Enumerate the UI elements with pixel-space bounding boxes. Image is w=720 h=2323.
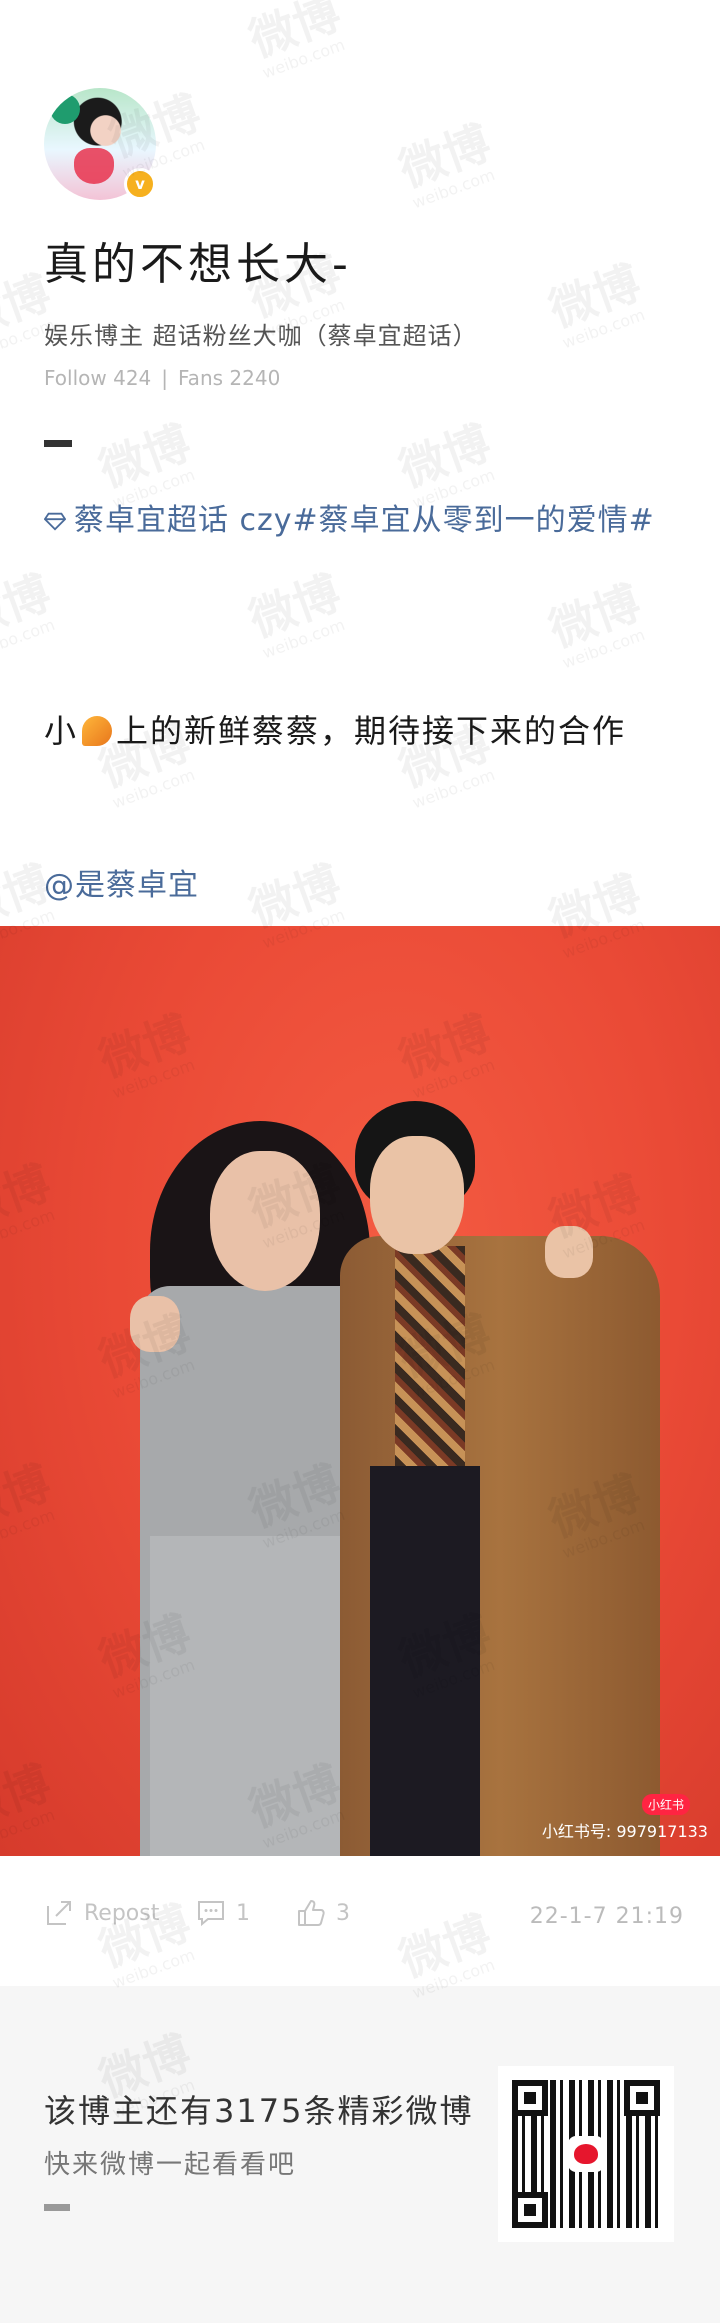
weibo-watermark: 微博weibo.com: [542, 255, 648, 353]
follow-count[interactable]: Follow 424: [44, 366, 151, 390]
mention-link[interactable]: @是蔡卓宜: [44, 860, 199, 904]
photo-person-right-pants: [370, 1466, 480, 1856]
comment-icon: [198, 1901, 224, 1927]
repost-icon: [47, 1901, 71, 1925]
action-bar: Repost 1 3 22-1-7 21:19: [44, 1898, 684, 1942]
post-timestamp: 22-1-7 21:19: [529, 1904, 684, 1929]
qr-code[interactable]: [498, 2066, 674, 2242]
avatar-decoration: [50, 94, 80, 124]
like-count: 3: [336, 1900, 350, 1926]
qr-finder: [512, 2080, 548, 2116]
repost-button[interactable]: Repost: [44, 1898, 159, 1928]
user-description: 娱乐博主 超话粉丝大咖（蔡卓宜超话）: [44, 322, 478, 350]
footer-main-text: 该博主还有3175条精彩微博: [44, 2092, 474, 2130]
post-body-suffix: 上的新鲜蔡蔡，期待接下来的合作: [116, 712, 627, 750]
photo-person-left-hand: [130, 1296, 180, 1352]
weibo-watermark: 微博weibo.com: [392, 115, 498, 213]
footer-divider: [44, 2204, 70, 2211]
weibo-watermark: 微博weibo.com: [242, 0, 348, 83]
footer-sub-text: 快来微博一起看看吧: [44, 2150, 297, 2180]
footer-promo: 该博主还有3175条精彩微博 快来微博一起看看吧: [0, 1986, 720, 2323]
avatar[interactable]: v: [44, 88, 156, 200]
photo-person-left-pants: [150, 1536, 360, 1856]
post-body: 小上的新鲜蔡蔡，期待接下来的合作: [44, 706, 626, 752]
topic-link[interactable]: 蔡卓宜超话 czy#蔡卓宜从零到一的爱情#: [44, 484, 680, 558]
diamond-icon: [44, 512, 66, 531]
xiaohongshu-logo: 小红书: [641, 1794, 690, 1815]
qr-finder: [512, 2192, 548, 2228]
stats-divider: |: [161, 366, 169, 390]
topic-text: 蔡卓宜超话 czy#蔡卓宜从零到一的爱情#: [74, 503, 655, 538]
weibo-watermark: 微博weibo.com: [0, 565, 58, 663]
xiaohongshu-id-watermark: 小红书号: 997917133: [541, 1822, 708, 1841]
qr-pattern: [512, 2080, 660, 2228]
username[interactable]: 真的不想长大-: [44, 228, 352, 292]
comment-count: 1: [236, 1900, 250, 1926]
verified-icon: v: [124, 168, 156, 200]
post-body-prefix: 小: [44, 712, 79, 750]
weibo-watermark: 微博weibo.com: [542, 575, 648, 673]
flame-emoji-icon: [82, 716, 113, 746]
like-icon: [298, 1900, 325, 1926]
photo-person-right-hand: [545, 1226, 593, 1278]
photo-person-left-face: [210, 1151, 320, 1291]
qr-finder: [624, 2080, 660, 2116]
avatar-decoration: [74, 148, 114, 184]
photo-person-right-face: [370, 1136, 464, 1254]
weibo-watermark: 微博weibo.com: [242, 565, 348, 663]
section-divider: [44, 440, 72, 447]
weibo-logo-icon: [568, 2136, 604, 2172]
photo-person-right-shirt: [395, 1246, 465, 1466]
post-photo[interactable]: 小红书 小红书号: 997917133: [0, 926, 720, 1856]
follow-stats: Follow 424 | Fans 2240: [44, 366, 280, 390]
comment-button[interactable]: 1: [196, 1898, 250, 1928]
like-button[interactable]: 3: [296, 1898, 350, 1928]
repost-label: Repost: [84, 1900, 160, 1926]
fans-count[interactable]: Fans 2240: [178, 366, 280, 390]
